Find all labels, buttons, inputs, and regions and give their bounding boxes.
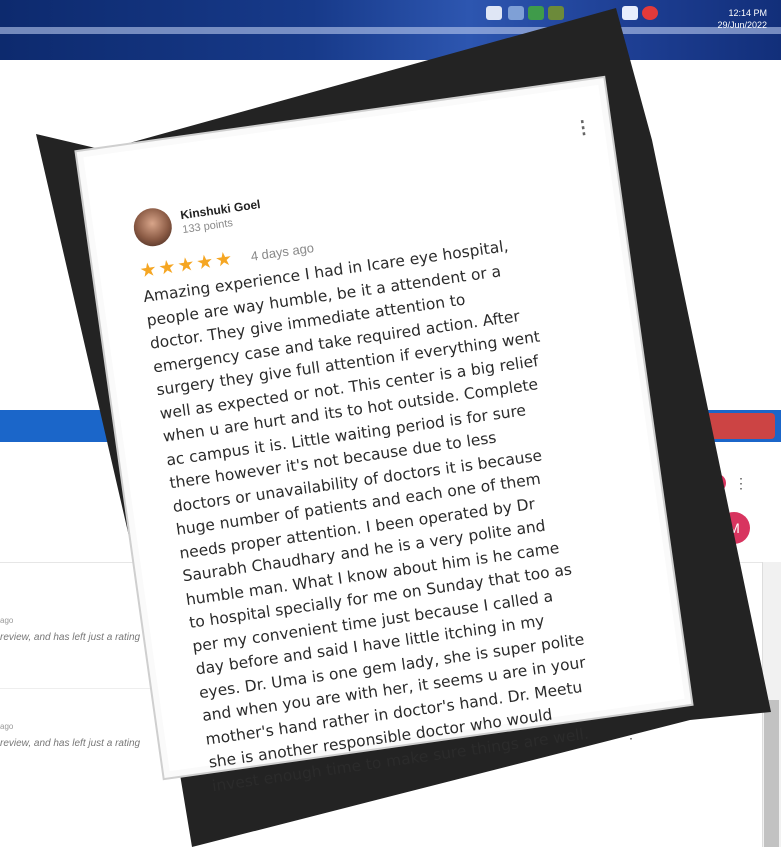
review-date: 4 days ago bbox=[249, 240, 315, 264]
review-options-icon[interactable]: ⋮ bbox=[573, 116, 594, 139]
review-text: Amazing experience I had in Icare eye ho… bbox=[142, 237, 590, 795]
review-card: ⋮ Kinshuki Goel 133 points ★★★★★ 4 days … bbox=[83, 84, 685, 795]
reviewer-avatar[interactable] bbox=[131, 205, 175, 249]
